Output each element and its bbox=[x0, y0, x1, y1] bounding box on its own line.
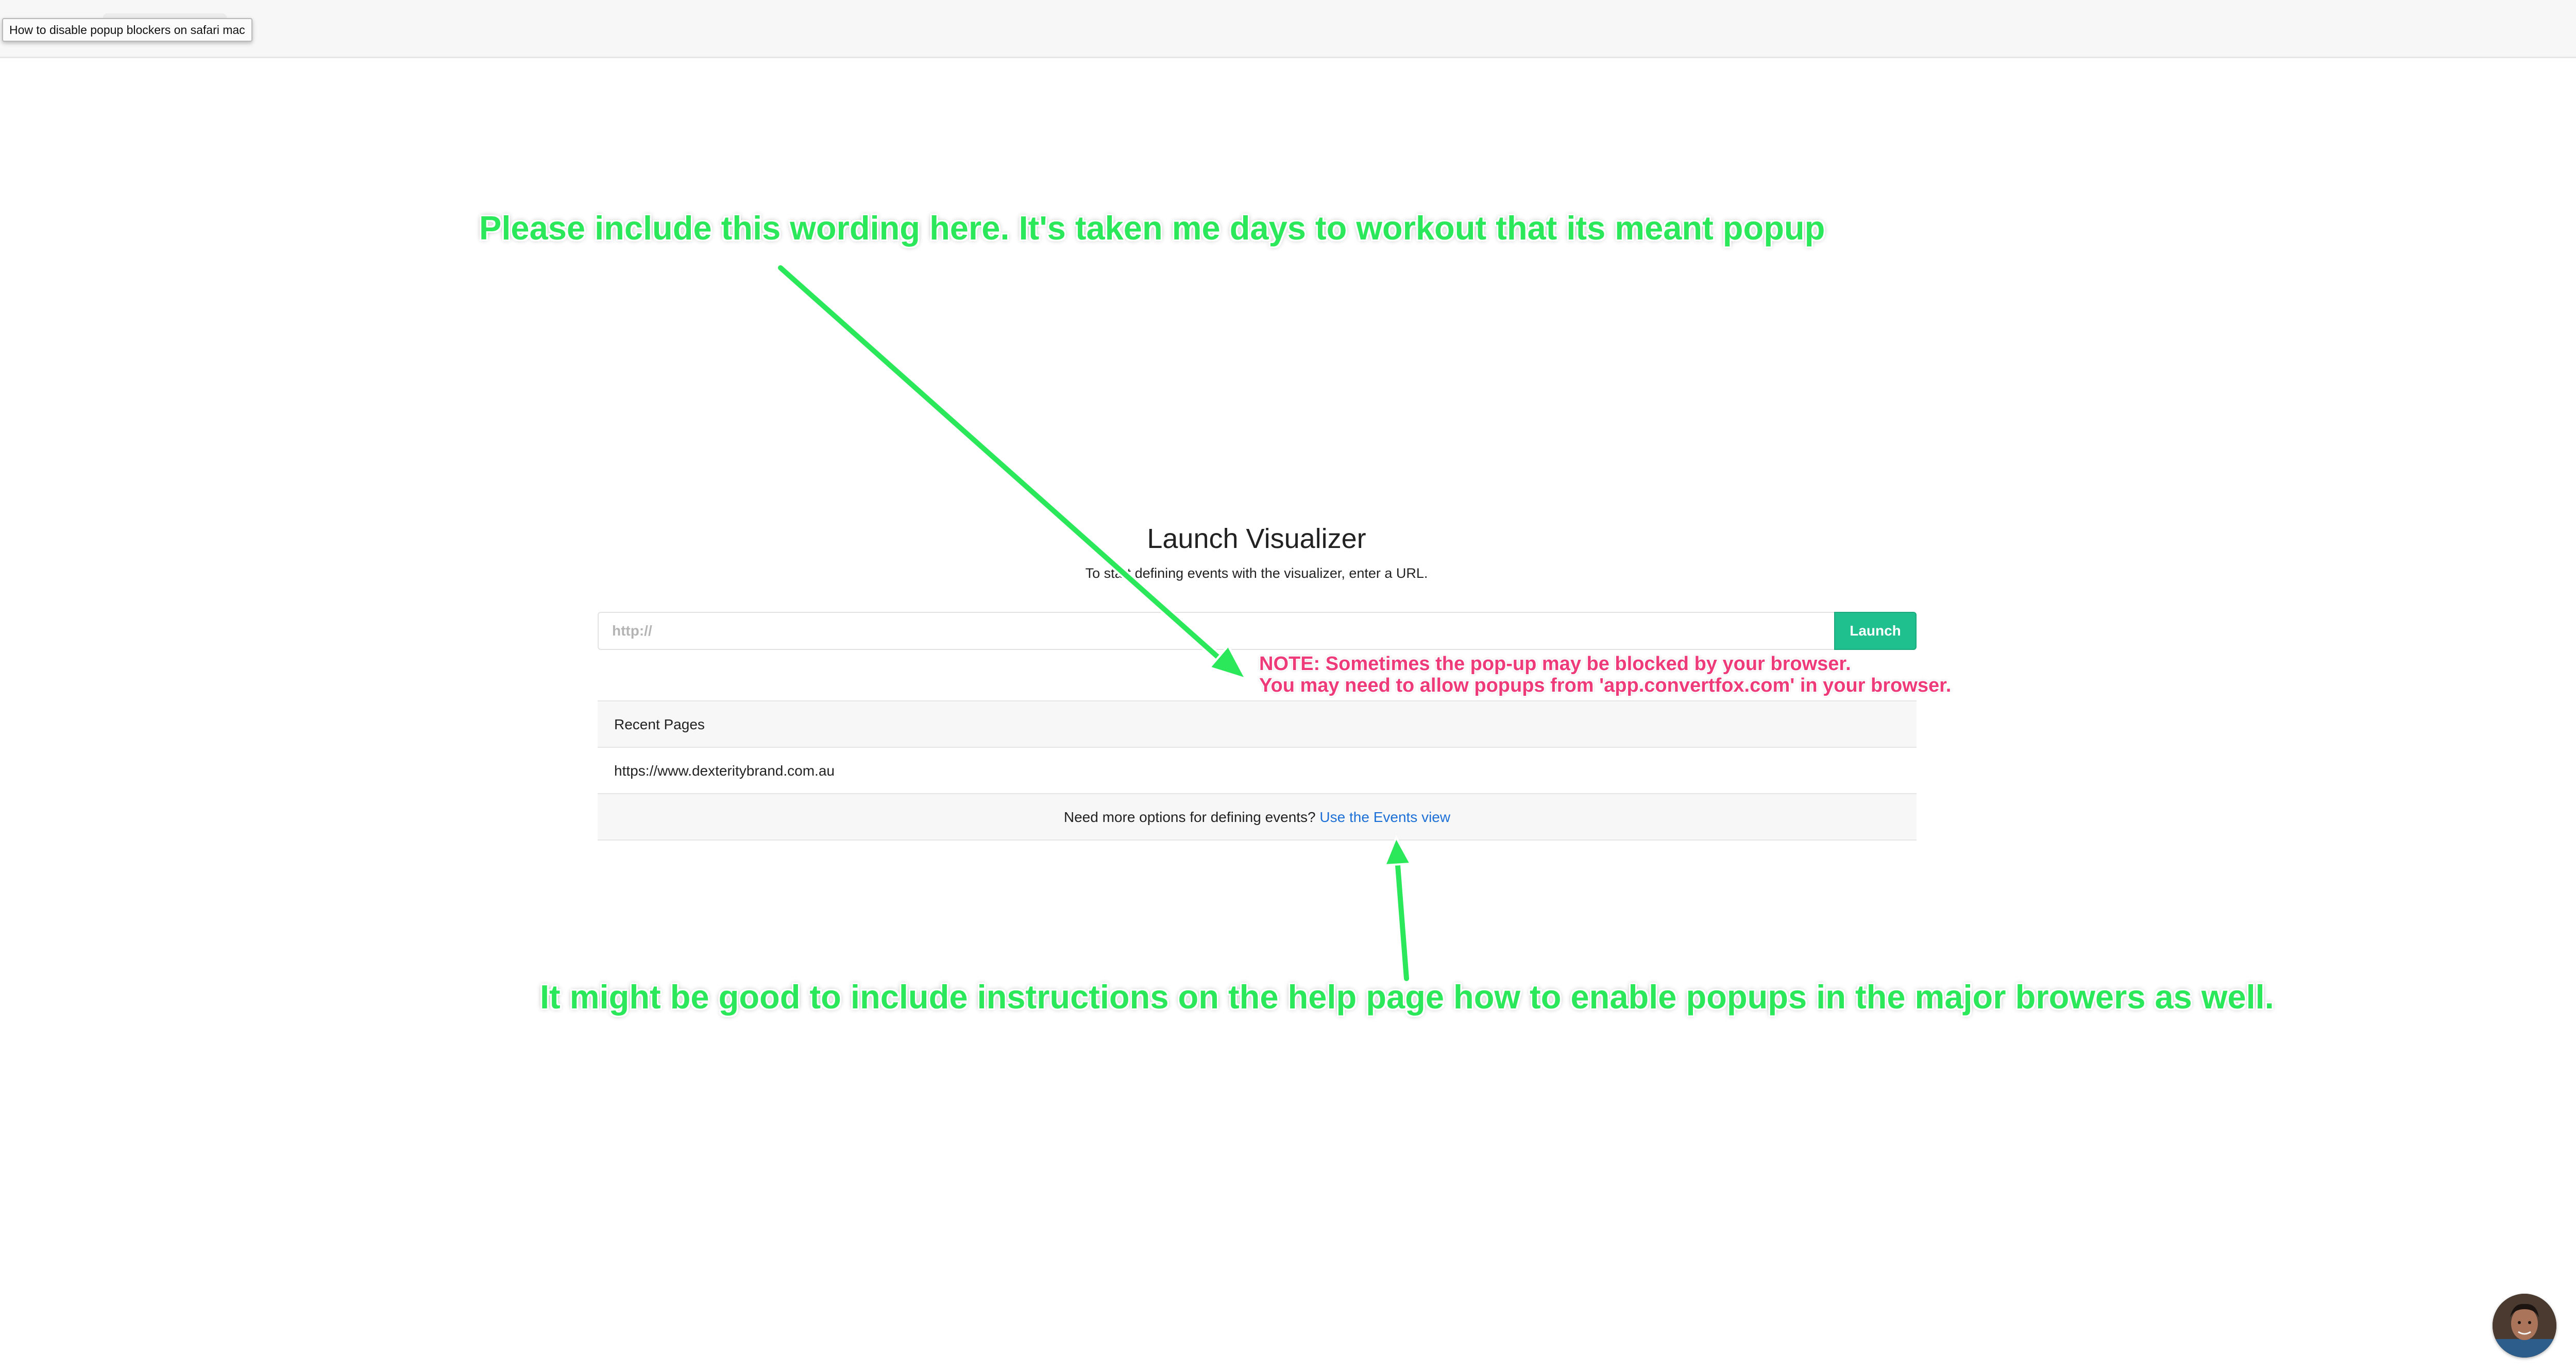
avatar-image bbox=[2493, 1294, 2556, 1358]
page: How to disable popup blockers on safari … bbox=[0, 0, 2576, 1372]
annotation-arrows bbox=[776, 263, 1413, 983]
arrow-top bbox=[776, 263, 1248, 681]
arrow-bottom bbox=[1383, 835, 1413, 983]
support-avatar[interactable] bbox=[2493, 1294, 2556, 1358]
